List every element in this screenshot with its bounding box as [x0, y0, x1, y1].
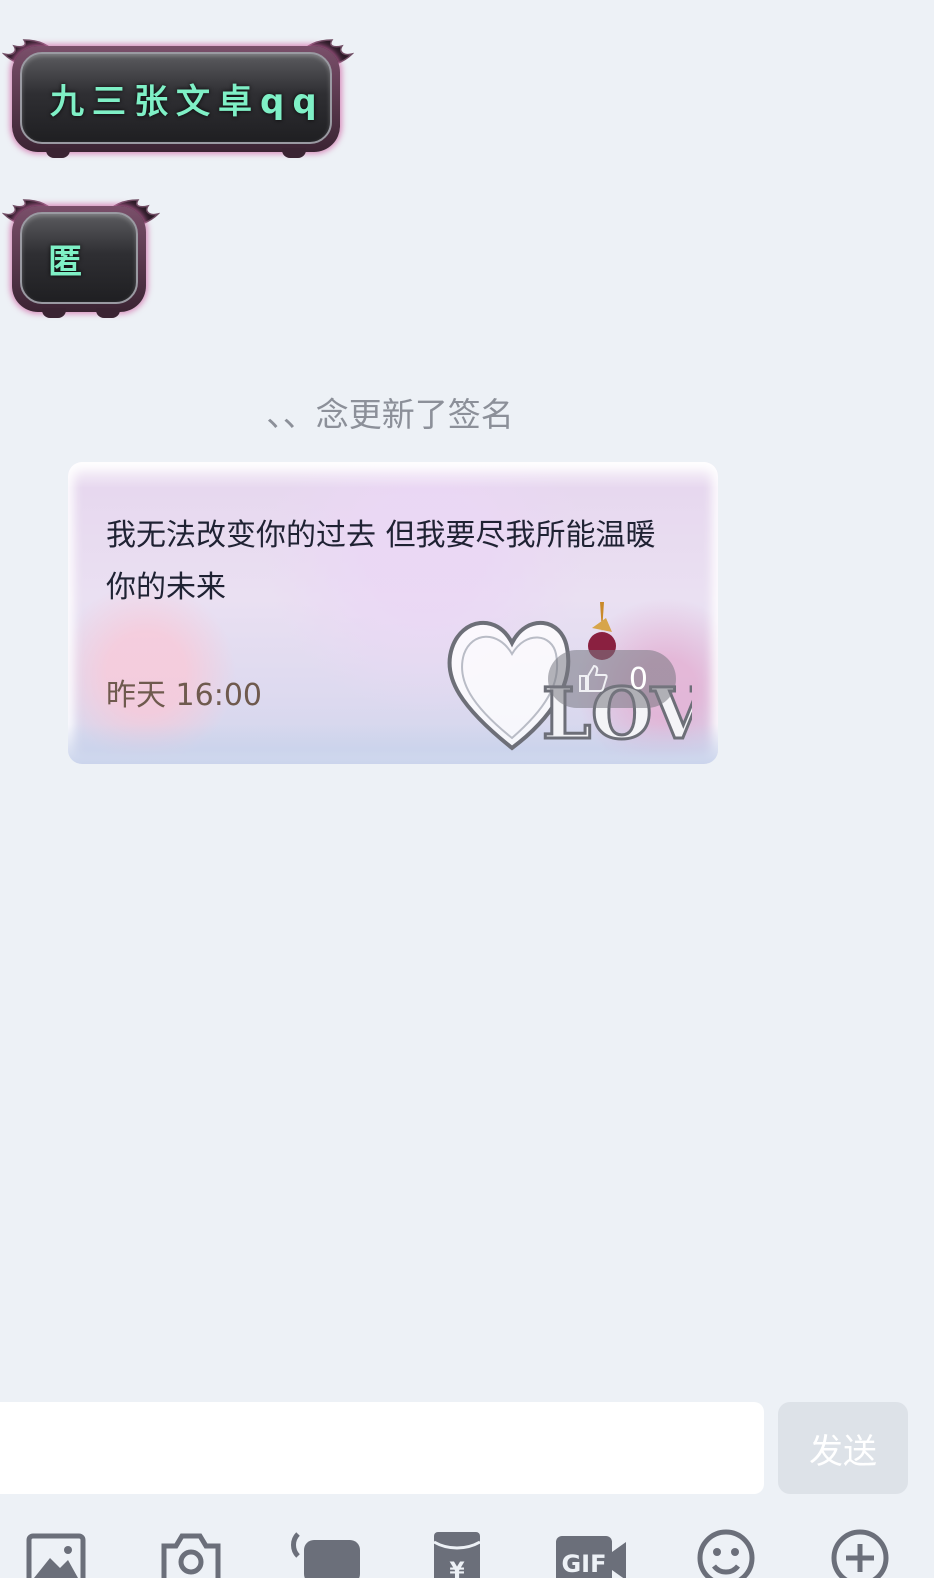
plus-icon [831, 1529, 889, 1578]
bubble-body: 匿 [20, 212, 138, 304]
image-icon [26, 1533, 86, 1578]
red-packet-icon: ¥ [433, 1532, 481, 1578]
bubble-foot-left [46, 148, 70, 158]
bubble-foot-right [96, 308, 120, 318]
emoji-icon [697, 1529, 755, 1578]
signature-card[interactable]: 我无法改变你的过去 但我要尽我所能温暖你的未来 昨天 16:00 LOVE 0 [68, 462, 718, 764]
gif-icon: GIF [556, 1536, 626, 1578]
chat-toolbar: ¥ GIF [0, 1522, 934, 1578]
gif-button[interactable]: GIF [554, 1528, 626, 1578]
red-packet-button[interactable]: ¥ [432, 1528, 496, 1578]
bubble-foot-right [282, 148, 306, 158]
bubble-frame: 匿 [12, 206, 146, 312]
chat-screen: 九三张文卓qq 匿 、、念更新了签名 我无法改变你的过去 但我要尽我所能温暖你的… [0, 0, 934, 1578]
send-button[interactable]: 发送 [778, 1402, 908, 1494]
system-notice: 、、念更新了签名 [266, 395, 514, 434]
message-bubble[interactable]: 匿 [2, 194, 160, 318]
image-button[interactable] [26, 1528, 90, 1578]
input-bar: 发送 [0, 1400, 934, 1496]
svg-text:¥: ¥ [449, 1559, 465, 1578]
svg-text:GIF: GIF [561, 1550, 606, 1578]
thumbs-up-icon [579, 664, 608, 692]
voice-icon [291, 1532, 360, 1578]
like-count: 0 [628, 661, 648, 697]
bubble-foot-left [42, 308, 66, 318]
camera-button[interactable] [160, 1528, 224, 1578]
message-input[interactable] [0, 1402, 764, 1494]
message-text: 匿 [48, 241, 90, 282]
message-bubble[interactable]: 九三张文卓qq [2, 34, 354, 158]
bubble-body: 九三张文卓qq [20, 52, 332, 144]
camera-icon [161, 1533, 221, 1578]
more-button[interactable] [830, 1528, 894, 1578]
bubble-frame: 九三张文卓qq [12, 46, 340, 152]
like-button[interactable]: 0 [548, 650, 676, 708]
message-text: 九三张文卓qq [50, 81, 325, 122]
emoji-button[interactable] [696, 1528, 760, 1578]
voice-button[interactable] [288, 1528, 360, 1578]
signature-time: 昨天 16:00 [106, 678, 262, 713]
